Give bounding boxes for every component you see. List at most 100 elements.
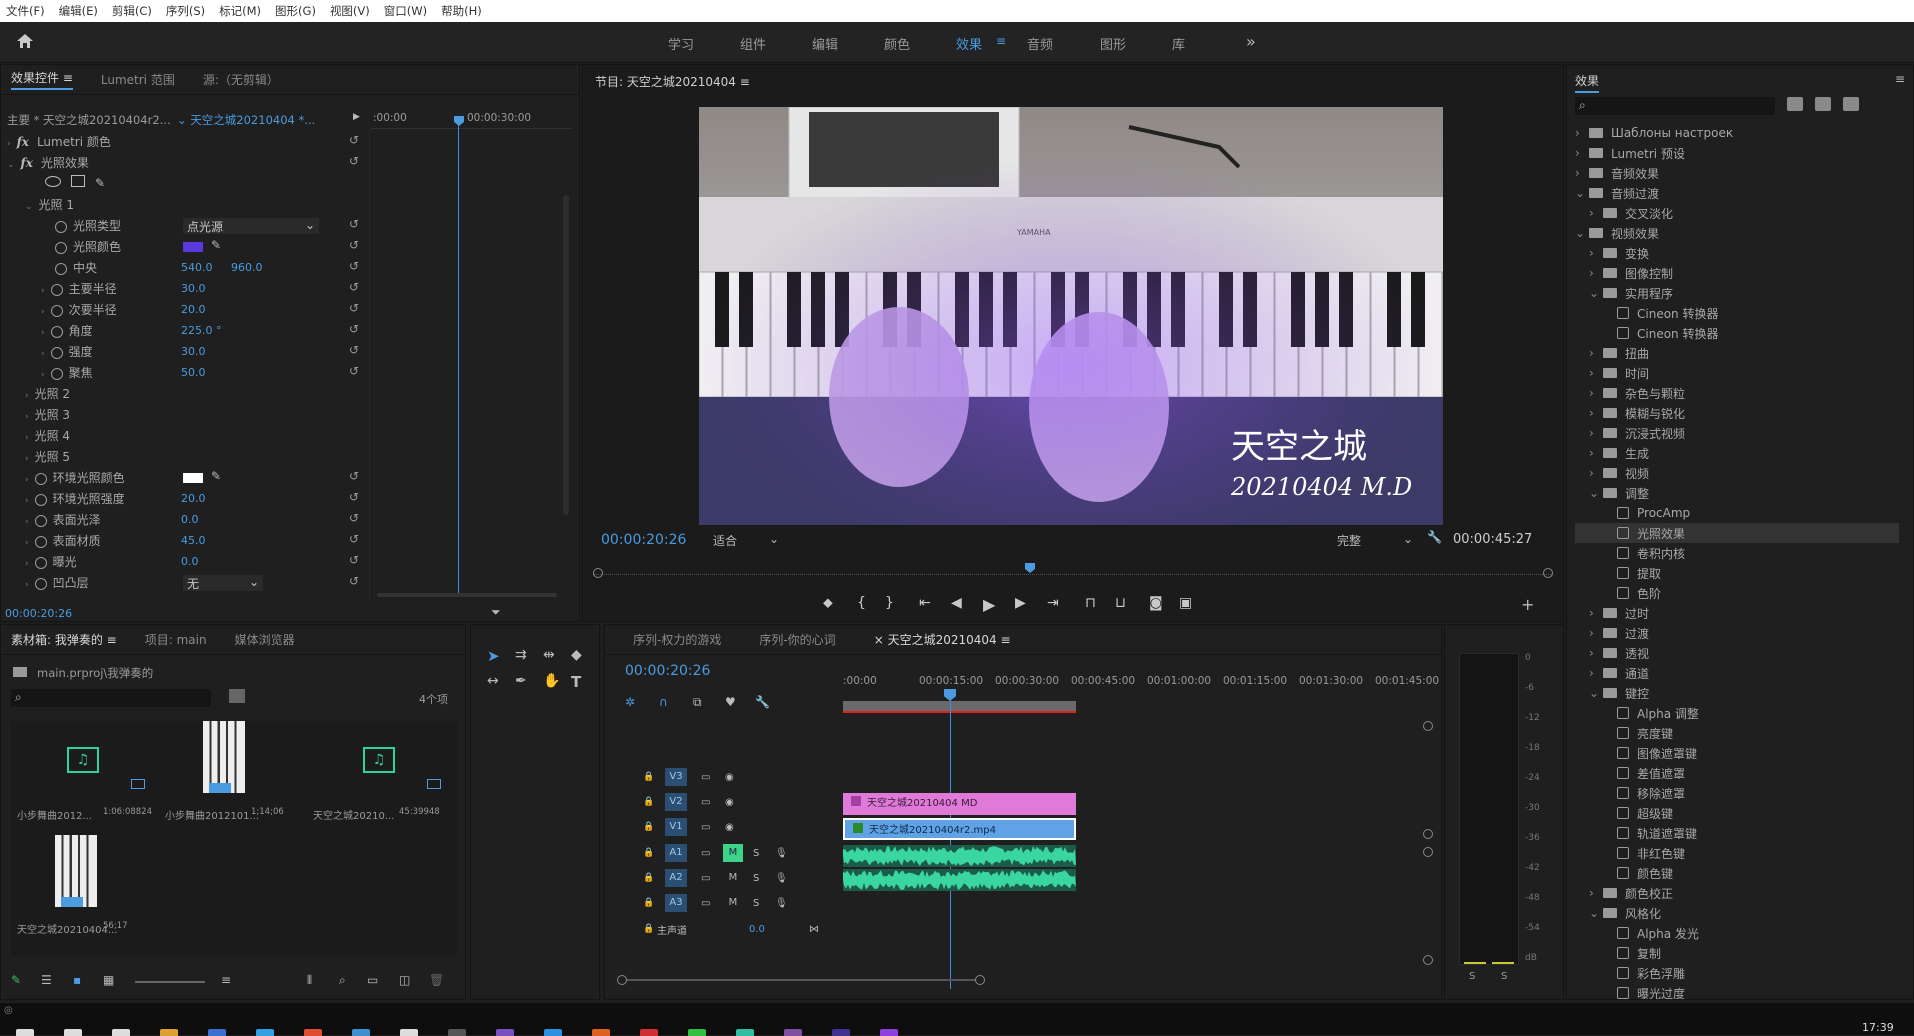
solo-left-button[interactable]: S	[1469, 971, 1475, 982]
chevron-down-icon[interactable]: ⌄	[1589, 686, 1599, 700]
sync-lock-icon[interactable]: ▭	[701, 898, 710, 909]
stopwatch-icon[interactable]	[55, 262, 67, 275]
effects-folder[interactable]: ⌄ 音频过渡	[1575, 183, 1659, 203]
nest-icon[interactable]: ✲	[625, 695, 635, 709]
stopwatch-icon[interactable]	[50, 346, 63, 359]
ec-scrollbar[interactable]	[563, 195, 569, 515]
stopwatch-icon[interactable]	[34, 472, 47, 485]
param-row[interactable]: › 环境光照颜色 ↺ ✎	[1, 469, 369, 489]
new-item-icon[interactable]: ◫	[399, 973, 410, 987]
color-swatch[interactable]	[183, 242, 203, 252]
tab-project[interactable]: 项目: main	[145, 631, 207, 648]
trash-icon[interactable]: 🗑	[429, 973, 444, 987]
linked-selection-icon[interactable]: ⧉	[693, 695, 702, 710]
effects-folder[interactable]: ⌄ 风格化	[1575, 903, 1661, 923]
effects-folder[interactable]: ⌄ 实用程序	[1575, 283, 1673, 303]
ec-playhead-head[interactable]	[454, 116, 464, 126]
eye-icon[interactable]: ◉	[725, 772, 734, 783]
program-playhead[interactable]	[1025, 563, 1035, 573]
mute-button[interactable]: M	[723, 844, 743, 862]
scrub-end-handle[interactable]	[1543, 568, 1553, 578]
stopwatch-icon[interactable]	[50, 325, 63, 338]
workspace-tab[interactable]: 图形	[1100, 34, 1126, 53]
collapse-icon[interactable]: ⌄	[7, 160, 15, 170]
param-value[interactable]: 540.0	[181, 261, 213, 274]
param-value[interactable]: 0.0	[181, 555, 199, 568]
reset-icon[interactable]: ↺	[349, 238, 363, 252]
effects-item[interactable]: 卷积内核	[1575, 543, 1685, 563]
reset-icon[interactable]: ↺	[349, 301, 363, 315]
rect-mask-icon[interactable]	[71, 175, 85, 187]
menu-item[interactable]: 图形(G)	[275, 3, 316, 19]
yuv-effects-icon[interactable]	[1843, 97, 1859, 111]
list-view-icon[interactable]: ☰	[41, 973, 52, 987]
effects-item[interactable]: 色阶	[1575, 583, 1661, 603]
menu-item[interactable]: 窗口(W)	[384, 3, 427, 19]
param-value[interactable]: 50.0	[181, 366, 206, 379]
chevron-down-icon[interactable]: ⌄	[1589, 286, 1599, 300]
more-workspaces-icon[interactable]: »	[1246, 32, 1256, 51]
chevron-right-icon[interactable]: ›	[1589, 386, 1597, 400]
master-clip-label[interactable]: 主要 * 天空之城20210404r2...	[7, 112, 171, 128]
clip-a2[interactable]	[843, 869, 1076, 891]
timeline-ruler[interactable]: :00:00 00:00:15:00 00:00:30:00 00:00:45:00 0…	[843, 669, 1439, 691]
new-bin-icon[interactable]: ▭	[367, 973, 378, 987]
hscroll-left-handle[interactable]	[617, 975, 627, 985]
chevron-right-icon[interactable]: ›	[1589, 206, 1597, 220]
param-value[interactable]: 20.0	[181, 492, 206, 505]
effect-lumetri[interactable]: › fx Lumetri 颜色 ↺	[1, 133, 369, 153]
param-value[interactable]: 20.0	[181, 303, 206, 316]
reset-icon[interactable]: ↺	[349, 322, 363, 336]
effects-item[interactable]: 颜色键	[1575, 863, 1673, 883]
tab-sequence-1[interactable]: 序列-权力的游戏	[633, 631, 721, 648]
go-to-out-icon[interactable]: ⇥	[1047, 595, 1059, 611]
chevron-down-icon[interactable]: ⌄	[1575, 226, 1585, 240]
tl-vscroll-mid2[interactable]	[1423, 847, 1433, 857]
param-row[interactable]: 光照颜色 ↺ ✎	[1, 238, 369, 258]
effects-folder[interactable]: › 透视	[1575, 643, 1649, 663]
chevron-right-icon[interactable]: ›	[1589, 646, 1597, 660]
extract-icon[interactable]: ⊔	[1115, 595, 1126, 611]
effects-item[interactable]: 超级键	[1575, 803, 1673, 823]
camera-icon[interactable]: ◙	[1149, 595, 1163, 611]
effects-menu-icon[interactable]: ≡	[1895, 72, 1905, 86]
effects-item[interactable]: ProcAmp	[1575, 503, 1690, 523]
param-value[interactable]: 0.0	[181, 513, 199, 526]
clip-a1[interactable]	[843, 845, 1076, 867]
effects-folder[interactable]: › 视频	[1575, 463, 1649, 483]
param-row[interactable]: › 表面材质 ↺ 45.0	[1, 532, 369, 552]
light-row[interactable]: › 光照 2	[1, 385, 369, 405]
eye-icon[interactable]: ◉	[725, 797, 734, 808]
effects-folder[interactable]: › 时间	[1575, 363, 1649, 383]
pen-mask-icon[interactable]: ✎	[95, 176, 105, 190]
effects-item[interactable]: 复制	[1575, 943, 1661, 963]
tab-bin[interactable]: 素材箱: 我弹奏的 ≡	[11, 631, 117, 648]
stopwatch-icon[interactable]	[34, 556, 47, 569]
microphone-icon[interactable]: 🎙	[775, 848, 788, 859]
comparison-icon[interactable]: ▣	[1179, 595, 1192, 611]
add-button-icon[interactable]: +	[1521, 595, 1534, 614]
solo-button[interactable]: S	[753, 873, 759, 884]
effects-item[interactable]: 差值遮罩	[1575, 763, 1685, 783]
hscroll-right-handle[interactable]	[975, 975, 985, 985]
reset-icon[interactable]: ↺	[349, 364, 363, 378]
expand-icon[interactable]: ›	[25, 412, 29, 422]
go-to-in-icon[interactable]: ⇤	[919, 595, 931, 611]
chevron-right-icon[interactable]: ›	[1589, 266, 1597, 280]
param-row[interactable]: 光照类型 ↺ 点光源 ⌄	[1, 217, 369, 237]
light-row[interactable]: › 光照 3	[1, 406, 369, 426]
chevron-right-icon[interactable]: ›	[1589, 426, 1597, 440]
workspace-tab[interactable]: 库	[1172, 34, 1185, 53]
light-1[interactable]: ⌄ 光照 1	[1, 196, 369, 216]
menu-item[interactable]: 编辑(E)	[59, 3, 98, 19]
effects-item[interactable]: 移除遮罩	[1575, 783, 1685, 803]
effects-item[interactable]: 亮度键	[1575, 723, 1673, 743]
stopwatch-icon[interactable]	[50, 283, 63, 296]
effects-folder[interactable]: › 变换	[1575, 243, 1649, 263]
menu-item[interactable]: 帮助(H)	[441, 3, 482, 19]
film-icon[interactable]: ▭	[701, 822, 710, 833]
expand-icon[interactable]: ›	[25, 433, 29, 443]
program-timecode[interactable]: 00:00:20:26	[601, 532, 686, 548]
chevron-right-icon[interactable]: ›	[1589, 886, 1597, 900]
chevron-right-icon[interactable]: ›	[1589, 246, 1597, 260]
